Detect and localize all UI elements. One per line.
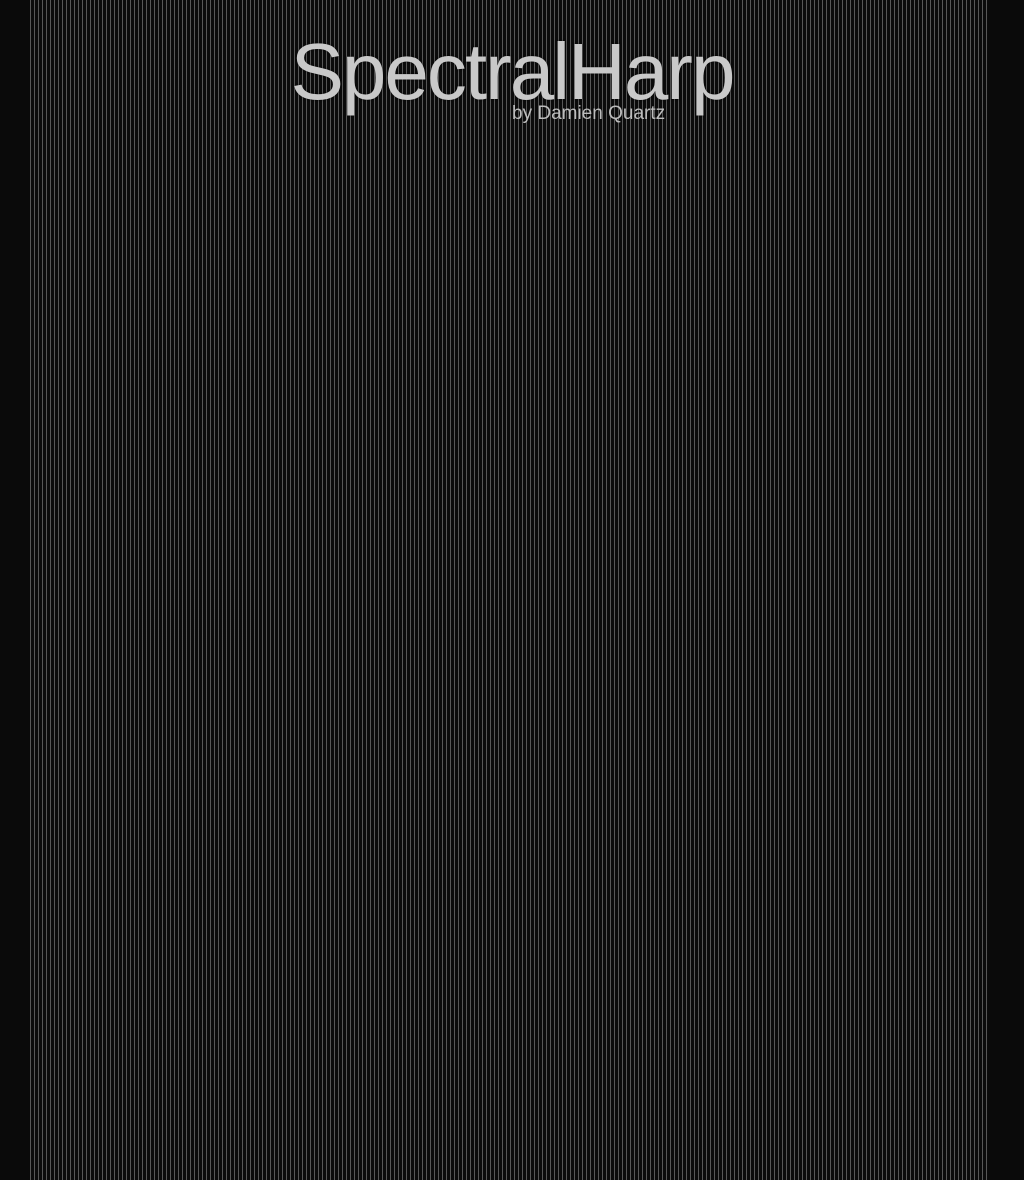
app-root: SpectralHarp by Damien Quartz	[0, 0, 1024, 1180]
harp-strings-area[interactable]	[30, 0, 988, 1180]
